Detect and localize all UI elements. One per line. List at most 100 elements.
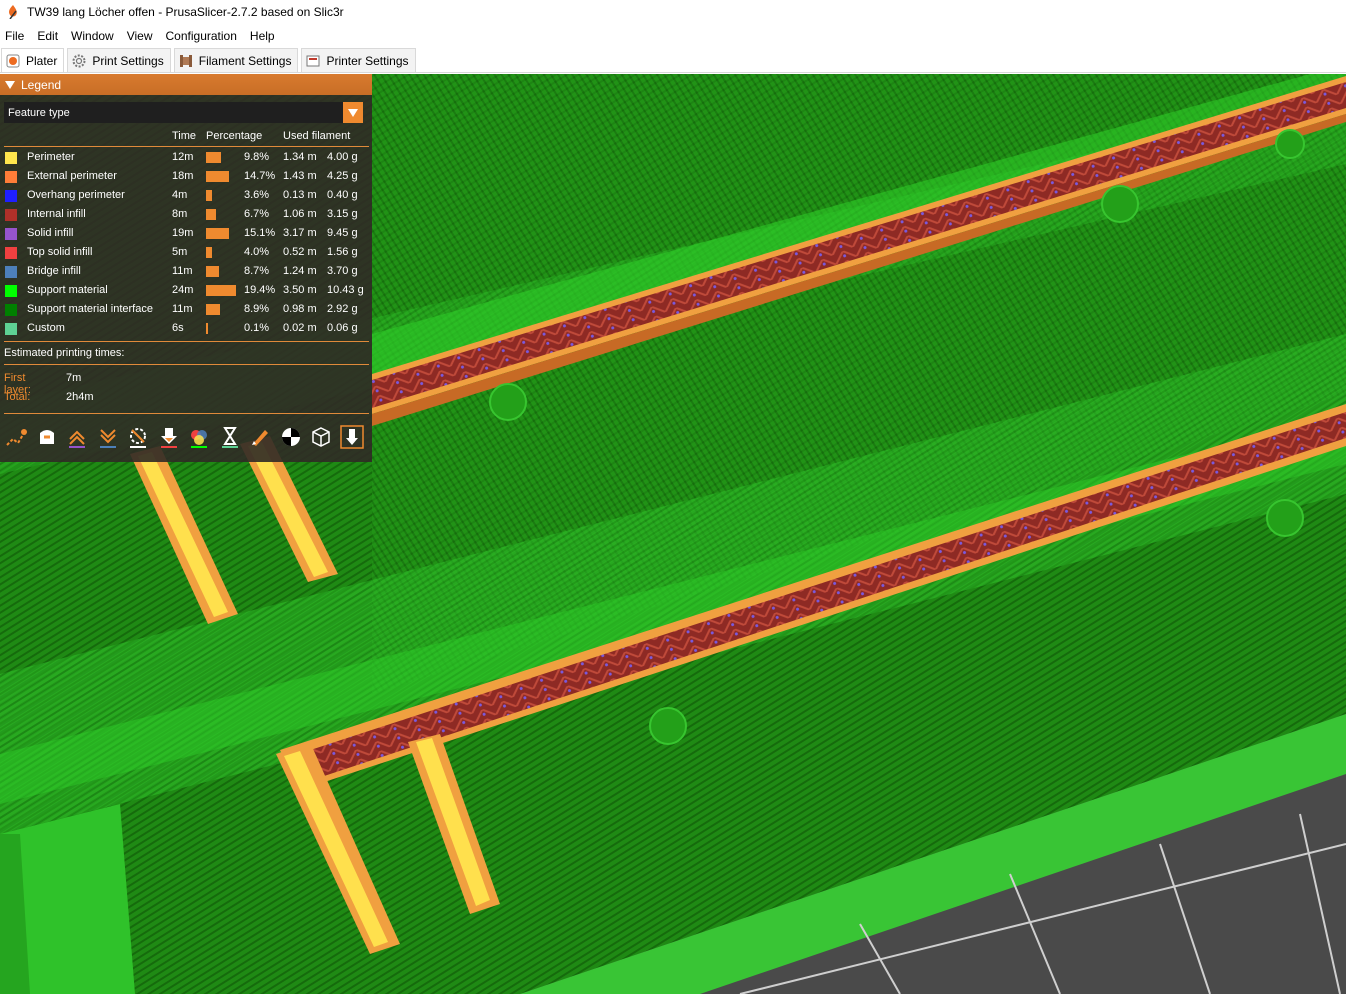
menu-file[interactable]: File — [1, 29, 28, 43]
legend-title: Legend — [21, 77, 62, 92]
feature-weight: 3.70 g — [327, 265, 358, 277]
divider — [4, 341, 369, 342]
color-swatch-top-solid-infill — [5, 247, 17, 259]
retractions-icon[interactable] — [65, 425, 89, 449]
center-of-gravity-icon[interactable] — [279, 425, 303, 449]
tab-print-settings[interactable]: Print Settings — [67, 48, 171, 72]
feature-name: Bridge infill — [27, 265, 81, 277]
printer-icon — [306, 55, 320, 66]
tab-printer-settings[interactable]: Printer Settings — [301, 48, 416, 72]
feature-time: 24m — [172, 284, 194, 296]
custom-gcode-icon[interactable] — [248, 425, 272, 449]
legend-panel: Legend Feature type Time Percentage Used… — [0, 74, 372, 462]
color-swatch-support-material-interface — [5, 304, 17, 316]
feature-percent: 8.9% — [244, 303, 270, 315]
legend-header[interactable]: Legend — [0, 74, 372, 95]
prusaslicer-logo-icon — [9, 5, 17, 19]
color-swatch-external-perimeter — [5, 171, 17, 183]
feature-percent: 19.4% — [244, 284, 276, 296]
spool-icon — [179, 54, 192, 67]
tab-bar: Plater Print Settings Filament Settings … — [0, 46, 1346, 73]
feature-length: 1.43 m — [283, 170, 317, 182]
feature-time: 11m — [172, 303, 193, 315]
estimated-times-title: Estimated printing times: — [4, 347, 125, 359]
shells-icon[interactable] — [309, 425, 333, 449]
legend-row[interactable]: Internal infill 8m 6.7% 1.06 m 3.15 g — [4, 206, 370, 225]
tab-plater[interactable]: Plater — [1, 48, 65, 72]
feature-length: 1.34 m — [283, 151, 317, 163]
percentage-bar — [206, 247, 212, 258]
feature-name: Internal infill — [27, 208, 86, 220]
percentage-bar — [206, 323, 208, 334]
feature-length: 1.24 m — [283, 265, 317, 277]
legend-row[interactable]: Perimeter 12m 9.8% 1.34 m 4.00 g — [4, 149, 370, 168]
legend-row[interactable]: Bridge infill 11m 8.7% 1.24 m 3.70 g — [4, 263, 370, 282]
divider — [4, 364, 369, 365]
pause-prints-icon[interactable] — [218, 425, 242, 449]
legend-row[interactable]: Support material 24m 19.4% 3.50 m 10.43 g — [4, 282, 370, 301]
legend-row[interactable]: Solid infill 19m 15.1% 3.17 m 9.45 g — [4, 225, 370, 244]
travel-icon[interactable] — [4, 425, 28, 449]
tool-marker-icon[interactable] — [340, 425, 364, 449]
feature-length: 3.50 m — [283, 284, 317, 296]
feature-length: 0.13 m — [283, 189, 317, 201]
first-layer-value: 7m — [66, 372, 82, 384]
feature-weight: 4.25 g — [327, 170, 358, 182]
feature-time: 6s — [172, 322, 184, 334]
feature-name: Solid infill — [27, 227, 74, 239]
tab-filament-settings[interactable]: Filament Settings — [173, 48, 299, 72]
feature-weight: 3.15 g — [327, 208, 358, 220]
column-time: Time — [172, 130, 197, 142]
wipe-icon[interactable] — [35, 425, 59, 449]
percentage-bar — [206, 285, 236, 296]
collapse-triangle-icon — [5, 80, 15, 89]
color-swatch-custom — [5, 323, 17, 335]
feature-name: Support material — [27, 284, 108, 296]
feature-time: 4m — [172, 189, 188, 201]
menu-help[interactable]: Help — [246, 29, 279, 43]
column-used-filament: Used filament — [283, 130, 351, 142]
feature-name: Top solid infill — [27, 246, 93, 258]
divider — [4, 413, 369, 414]
feature-time: 11m — [172, 265, 193, 277]
feature-weight: 1.56 g — [327, 246, 358, 258]
seams-icon[interactable] — [126, 425, 150, 449]
feature-length: 0.02 m — [283, 322, 317, 334]
menu-configuration[interactable]: Configuration — [162, 29, 241, 43]
feature-percent: 14.7% — [244, 170, 276, 182]
feature-time: 18m — [172, 170, 194, 182]
legend-row[interactable]: External perimeter 18m 14.7% 1.43 m 4.25 g — [4, 168, 370, 187]
percentage-bar — [206, 171, 229, 182]
feature-percent: 15.1% — [244, 227, 276, 239]
feature-percent: 4.0% — [244, 246, 270, 258]
legend-row[interactable]: Overhang perimeter 4m 3.6% 0.13 m 0.40 g — [4, 187, 370, 206]
feature-time: 5m — [172, 246, 188, 258]
menu-window[interactable]: Window — [67, 29, 118, 43]
deretractions-icon[interactable] — [96, 425, 120, 449]
feature-name: Custom — [27, 322, 65, 334]
legend-row[interactable]: Custom 6s 0.1% 0.02 m 0.06 g — [4, 320, 370, 339]
dropdown-arrow-icon[interactable] — [343, 102, 363, 123]
total-label: Total: — [4, 391, 31, 403]
feature-length: 1.06 m — [283, 208, 317, 220]
view-type-combo[interactable]: Feature type — [4, 102, 363, 123]
column-percentage: Percentage — [206, 130, 263, 142]
feature-weight: 2.92 g — [327, 303, 358, 315]
percentage-bar — [206, 152, 221, 163]
menu-view[interactable]: View — [123, 29, 157, 43]
tab-print-settings-label: Print Settings — [92, 53, 164, 68]
legend-options-toolbar — [2, 423, 368, 451]
menu-edit[interactable]: Edit — [33, 29, 62, 43]
plater-icon — [6, 54, 20, 67]
color-swatch-internal-infill — [5, 209, 17, 221]
feature-percent: 6.7% — [244, 208, 270, 220]
color-swatch-support-material — [5, 285, 17, 297]
tab-plater-label: Plater — [26, 53, 58, 68]
color-changes-icon[interactable] — [187, 425, 211, 449]
feature-length: 3.17 m — [283, 227, 317, 239]
feature-weight: 0.40 g — [327, 189, 358, 201]
legend-row[interactable]: Support material interface 11m 8.9% 0.98 m 2… — [4, 301, 370, 320]
legend-row[interactable]: Top solid infill 5m 4.0% 0.52 m 1.56 g — [4, 244, 370, 263]
feature-weight: 9.45 g — [327, 227, 358, 239]
tool-changes-icon[interactable] — [157, 425, 181, 449]
